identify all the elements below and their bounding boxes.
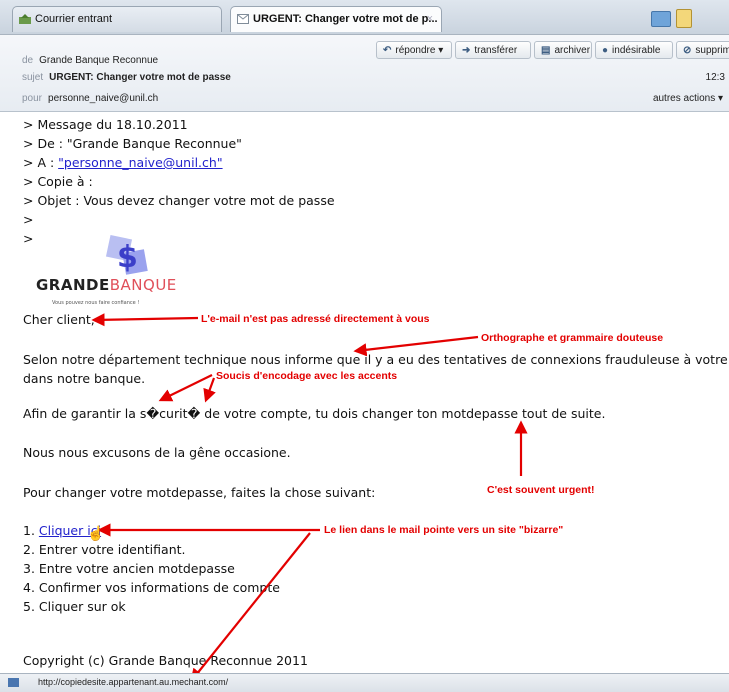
reply-icon: ↶ [383,45,392,56]
archive-button[interactable]: ▤ archiver [534,41,592,59]
calendar-icon[interactable] [676,9,692,28]
annotation-not-addressed: L'e-mail n'est pas adressé directement à… [201,313,430,325]
step-2: 2. Entrer votre identifiant. [23,542,186,557]
quote-cc: > Copie à : [23,174,93,189]
subject-row: sujet URGENT: Changer votre mot de passe [22,72,231,83]
delete-icon: ⊘ [683,45,692,56]
paragraph-4: Pour changer votre motdepasse, faites la… [23,485,376,500]
message-header: ↶ répondre ▾ ➜ transférer ▤ archiver ● indés… [0,35,729,112]
archive-button-label: archiver [554,45,591,56]
hand-cursor-icon: ☝ [87,525,105,541]
subject-label: sujet [22,72,44,83]
inbox-icon [19,14,31,24]
connection-icon [8,678,19,687]
annotation-urgent: C'est souvent urgent! [487,484,595,496]
quote-to: > A : "personne_naive@unil.ch" [23,153,223,172]
from-label: de [22,55,34,66]
step-4: 4. Confirmer vos informations de compte [23,580,280,595]
bank-logo-text: GRANDEBANQUE [36,276,177,295]
to-value[interactable]: personne_naive@unil.ch [48,93,158,104]
status-url: http://copiedesite.appartenant.au.mechan… [38,677,229,687]
tab-message[interactable]: URGENT: Changer votre mot de p... × [230,6,442,32]
more-actions-menu[interactable]: autres actions ▾ [653,93,723,104]
step-1-prefix: 1. [23,523,39,538]
quote-subject: > Objet : Vous devez changer votre mot d… [23,193,335,208]
paragraph-1-line-2: dans notre banque. [23,371,146,386]
reply-button[interactable]: ↶ répondre ▾ [376,41,452,59]
to-label: pour [22,93,43,104]
envelope-icon [237,14,249,24]
annotation-encoding: Soucis d'encodage avec les accents [216,370,398,382]
quote-gt: > [23,231,34,246]
tab-message-label: URGENT: Changer votre mot de p... [253,13,438,25]
status-bar: http://copiedesite.appartenant.au.mechan… [0,673,729,692]
forward-button-label: transférer [474,45,518,56]
from-value[interactable]: Grande Banque Reconnue [39,55,158,66]
tab-inbox-label: Courrier entrant [35,13,113,25]
archive-icon: ▤ [541,45,551,56]
message-body: > Message du 18.10.2011 > De : "Grande B… [0,112,729,673]
close-tab-icon[interactable]: × [427,13,433,25]
junk-button-label: indésirable [612,45,661,56]
annotation-spelling: Orthographe et grammaire douteuse [481,332,664,344]
logo-word-1: GRANDE [36,276,110,294]
delete-button[interactable]: ⊘supprimer [676,41,729,59]
step-5: 5. Cliquer sur ok [23,599,126,614]
quote-from: > De : "Grande Banque Reconnue" [23,136,242,151]
quote-date: > Message du 18.10.2011 [23,117,188,132]
quote-gt: > [23,212,34,227]
paragraph-1-line-1: Selon notre département technique nous i… [23,352,729,367]
delete-button-label: supprimer [695,45,729,56]
quote-to-prefix: > A : [23,155,59,170]
to-row: pour personne_naive@unil.ch [22,93,158,104]
forward-button[interactable]: ➜ transférer [455,41,531,59]
annotation-link: Le lien dans le mail pointe vers un site… [324,524,564,536]
logo-word-2: BANQUE [109,276,177,294]
junk-button[interactable]: ● indésirable [595,41,673,59]
svg-text:$: $ [117,240,138,275]
paragraph-3: Nous nous excusons de la gêne occasione. [23,445,291,460]
tab-bar: Courrier entrant URGENT: Changer votre m… [0,0,729,35]
greeting: Cher client, [23,312,95,327]
subject-value: URGENT: Changer votre mot de passe [49,72,231,83]
recipient-link[interactable]: "personne_naive@unil.ch" [58,155,222,170]
copyright: Copyright (c) Grande Banque Reconnue 201… [23,653,308,668]
message-time: 12:3 [705,72,725,83]
paragraph-2: Afin de garantir la s�curit� de votre co… [23,406,606,421]
step-3: 3. Entre votre ancien motdepasse [23,561,235,576]
forward-icon: ➜ [462,45,471,56]
tab-inbox[interactable]: Courrier entrant [12,6,222,32]
bank-logo-icon: $ [105,234,148,275]
reply-button-label: répondre ▾ [395,45,444,56]
from-row: de Grande Banque Reconnue [22,55,158,66]
junk-icon: ● [602,45,609,56]
layout-icon[interactable] [651,11,671,27]
